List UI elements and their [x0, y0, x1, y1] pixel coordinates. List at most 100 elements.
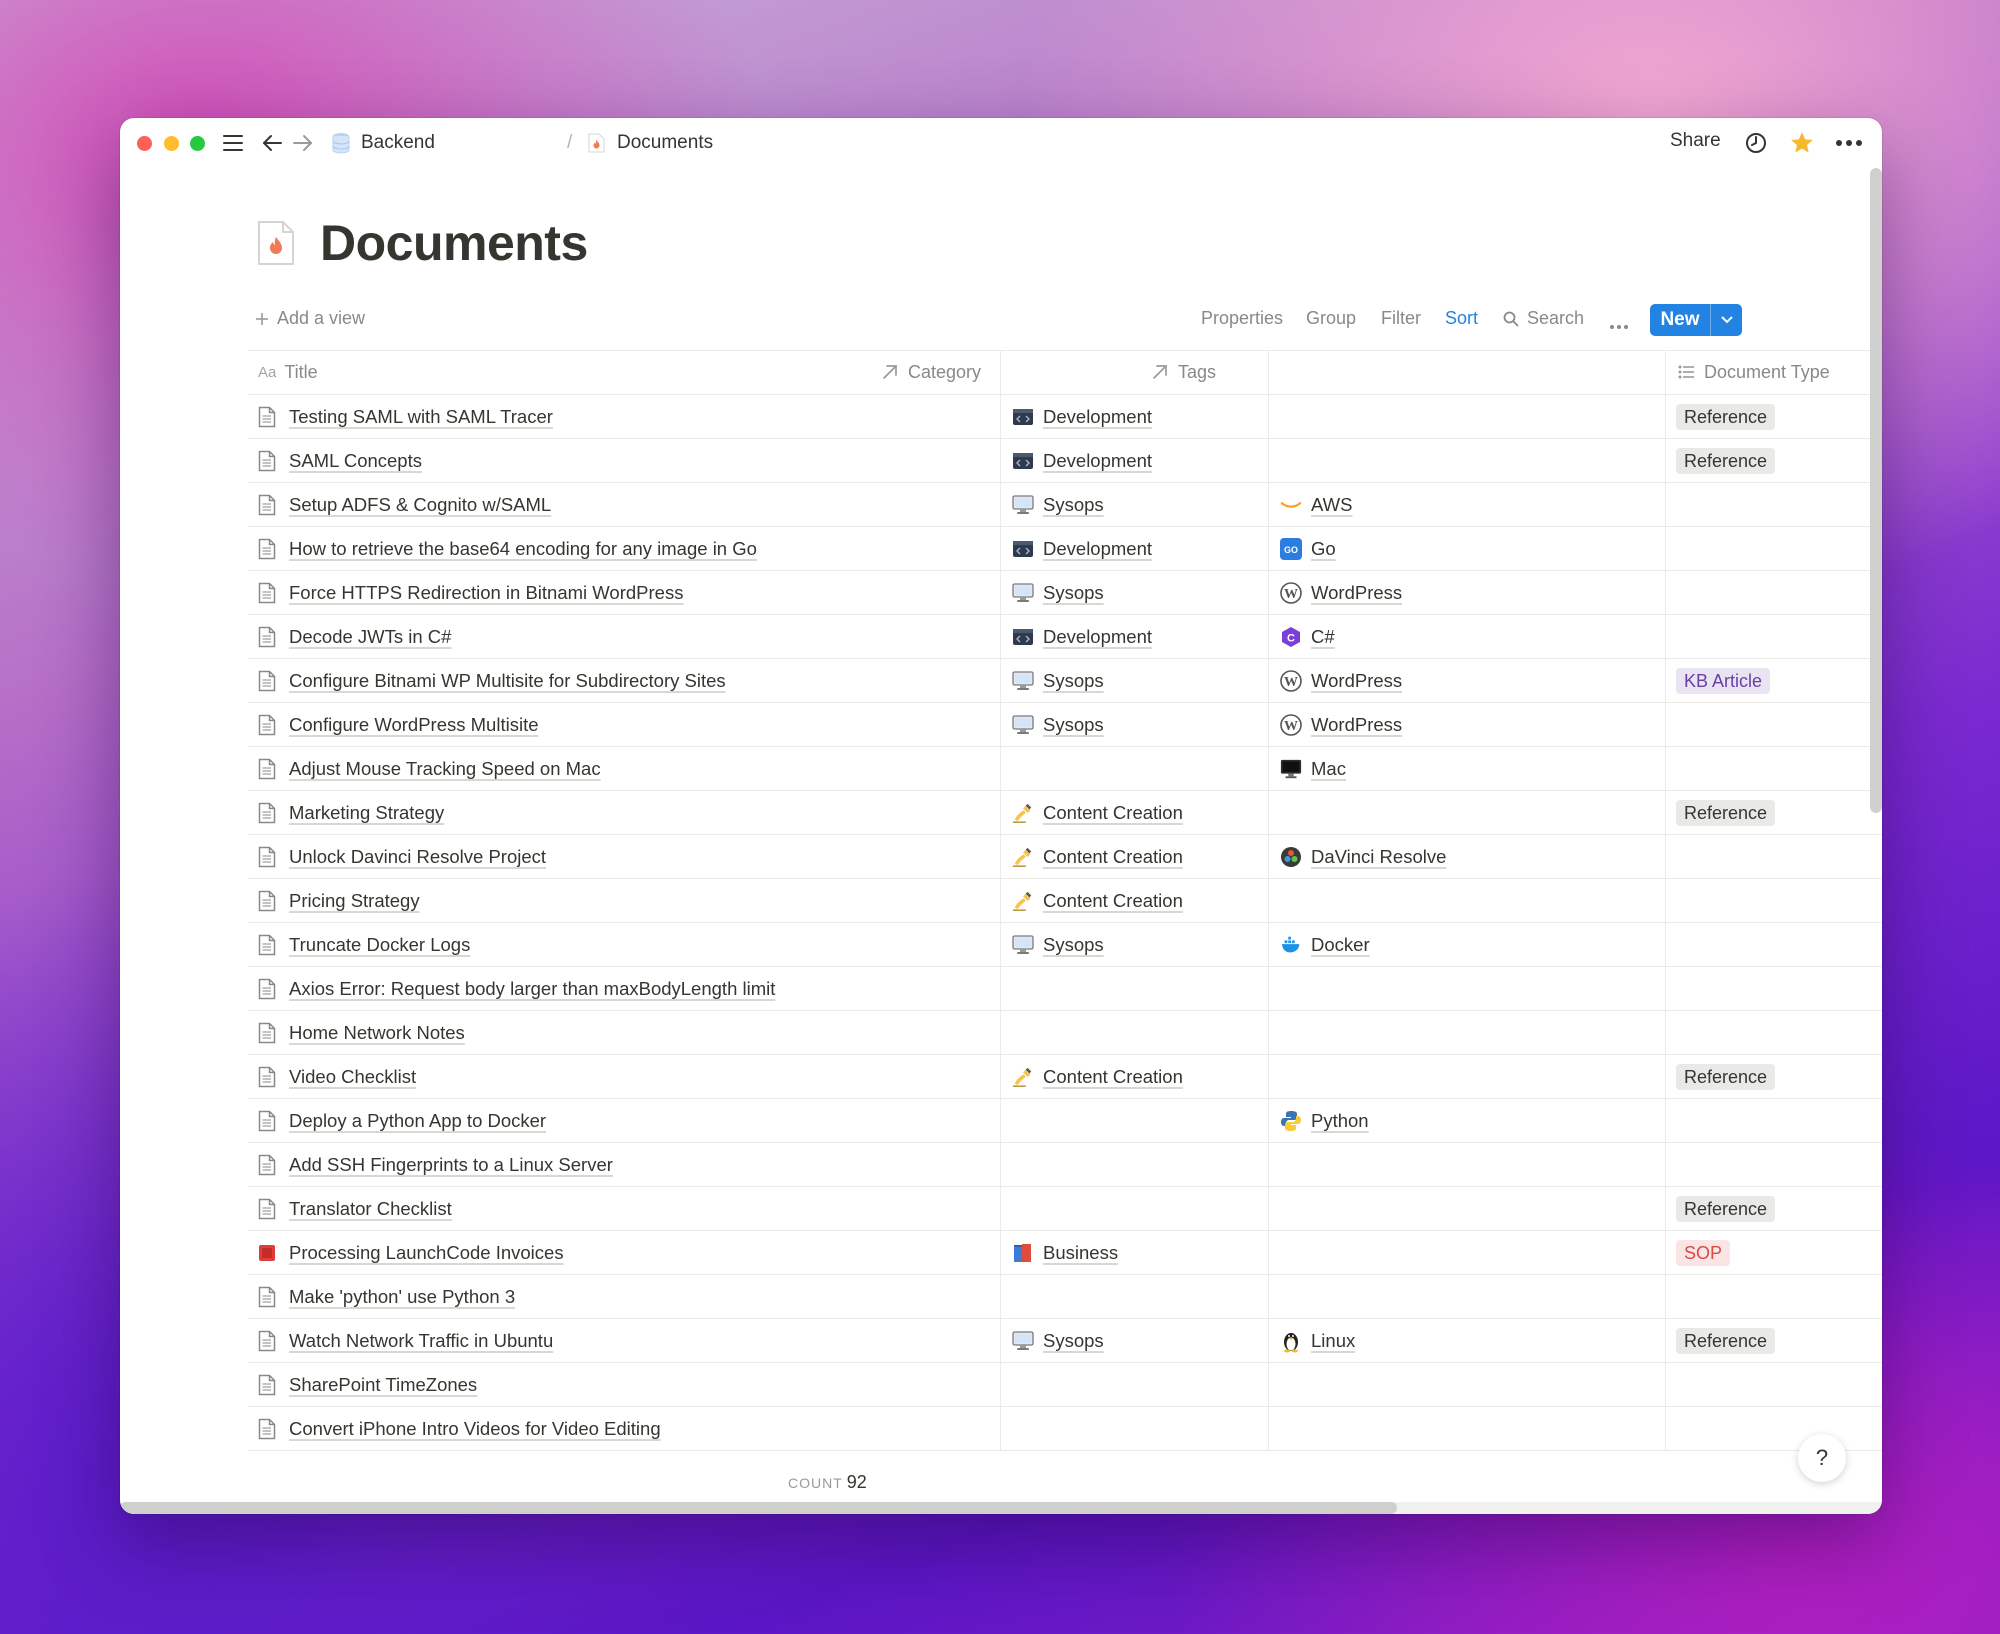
title-cell[interactable]: Force HTTPS Redirection in Bitnami WordP… — [258, 571, 683, 615]
column-header-document-type[interactable]: Document Type — [1678, 350, 1830, 394]
table-row[interactable]: Pricing Strategy Content Creation — [248, 879, 1882, 923]
table-row[interactable]: Setup ADFS & Cognito w/SAML Sysops AWS — [248, 483, 1882, 527]
tag-link[interactable]: Python — [1311, 1110, 1369, 1132]
table-row[interactable]: Testing SAML with SAML Tracer Development… — [248, 395, 1882, 439]
tags-cell[interactable]: GO Go — [1280, 527, 1336, 571]
vertical-scrollbar[interactable] — [1870, 168, 1882, 813]
sidebar-menu-icon[interactable] — [219, 128, 247, 158]
tags-cell[interactable]: W WordPress — [1280, 659, 1402, 703]
table-row[interactable]: Video Checklist Content Creation Reference — [248, 1055, 1882, 1099]
title-cell[interactable]: Truncate Docker Logs — [258, 923, 470, 967]
row-title[interactable]: SAML Concepts — [289, 450, 422, 472]
title-cell[interactable]: Setup ADFS & Cognito w/SAML — [258, 483, 551, 527]
row-title[interactable]: Truncate Docker Logs — [289, 934, 470, 956]
tags-cell[interactable]: W WordPress — [1280, 571, 1402, 615]
tags-cell[interactable]: Mac — [1280, 747, 1346, 791]
column-header-category[interactable]: Category — [882, 350, 981, 394]
title-cell[interactable]: Watch Network Traffic in Ubuntu — [258, 1319, 553, 1363]
breadcrumb-documents[interactable]: Documents — [588, 130, 713, 156]
category-link[interactable]: Development — [1043, 626, 1152, 648]
column-header-title[interactable]: Aa Title — [258, 350, 318, 394]
title-cell[interactable]: Adjust Mouse Tracking Speed on Mac — [258, 747, 601, 791]
category-link[interactable]: Development — [1043, 406, 1152, 428]
document-type-cell[interactable]: Reference — [1676, 439, 1776, 483]
tags-cell[interactable]: AWS — [1280, 483, 1352, 527]
row-title[interactable]: How to retrieve the base64 encoding for … — [289, 538, 757, 560]
close-window-button[interactable] — [137, 136, 152, 151]
table-row[interactable]: Unlock Davinci Resolve Project Content Cr… — [248, 835, 1882, 879]
share-button[interactable]: Share — [1670, 130, 1721, 152]
back-arrow-icon[interactable] — [259, 128, 285, 158]
title-cell[interactable]: Configure WordPress Multisite — [258, 703, 539, 747]
row-title[interactable]: Video Checklist — [289, 1066, 416, 1088]
table-row[interactable]: Configure Bitnami WP Multisite for Subdi… — [248, 659, 1882, 703]
category-link[interactable]: Development — [1043, 538, 1152, 560]
row-title[interactable]: SharePoint TimeZones — [289, 1374, 477, 1396]
category-cell[interactable]: Development — [1012, 395, 1152, 439]
tags-cell[interactable]: C C# — [1280, 615, 1335, 659]
sort-button[interactable]: Sort — [1445, 308, 1478, 329]
table-row[interactable]: Deploy a Python App to Docker Python — [248, 1099, 1882, 1143]
tag-link[interactable]: Linux — [1311, 1330, 1355, 1352]
page-title[interactable]: Documents — [320, 214, 588, 272]
view-more-icon[interactable] — [1609, 314, 1629, 335]
forward-arrow-icon[interactable] — [290, 128, 316, 158]
tag-link[interactable]: WordPress — [1311, 582, 1402, 604]
table-row[interactable]: How to retrieve the base64 encoding for … — [248, 527, 1882, 571]
table-row[interactable]: Marketing Strategy Content Creation Refere… — [248, 791, 1882, 835]
category-link[interactable]: Content Creation — [1043, 890, 1183, 912]
row-title[interactable]: Watch Network Traffic in Ubuntu — [289, 1330, 553, 1352]
table-row[interactable]: Force HTTPS Redirection in Bitnami WordP… — [248, 571, 1882, 615]
row-title[interactable]: Make 'python' use Python 3 — [289, 1286, 515, 1308]
category-cell[interactable]: Content Creation — [1012, 835, 1183, 879]
title-cell[interactable]: Processing LaunchCode Invoices — [258, 1231, 564, 1275]
category-link[interactable]: Sysops — [1043, 714, 1104, 736]
category-cell[interactable]: Sysops — [1012, 659, 1104, 703]
table-row[interactable]: Make 'python' use Python 3 — [248, 1275, 1882, 1319]
title-cell[interactable]: Home Network Notes — [258, 1011, 465, 1055]
title-cell[interactable]: SharePoint TimeZones — [258, 1363, 477, 1407]
row-title[interactable]: Translator Checklist — [289, 1198, 452, 1220]
row-title[interactable]: Pricing Strategy — [289, 890, 420, 912]
row-title[interactable]: Decode JWTs in C# — [289, 626, 451, 648]
search-button[interactable]: Search — [1503, 308, 1584, 329]
zoom-window-button[interactable] — [190, 136, 205, 151]
tag-link[interactable]: AWS — [1311, 494, 1352, 516]
row-title[interactable]: Force HTTPS Redirection in Bitnami WordP… — [289, 582, 683, 604]
title-cell[interactable]: Convert iPhone Intro Videos for Video Ed… — [258, 1407, 661, 1451]
category-link[interactable]: Sysops — [1043, 934, 1104, 956]
title-cell[interactable]: Unlock Davinci Resolve Project — [258, 835, 546, 879]
tags-cell[interactable]: Python — [1280, 1099, 1369, 1143]
more-options-icon[interactable] — [1832, 128, 1866, 158]
category-link[interactable]: Content Creation — [1043, 802, 1183, 824]
tag-link[interactable]: DaVinci Resolve — [1311, 846, 1446, 868]
document-type-cell[interactable]: Reference — [1676, 395, 1776, 439]
row-count[interactable]: COUNT 92 — [788, 1472, 867, 1493]
table-row[interactable]: Watch Network Traffic in Ubuntu Sysops Lin… — [248, 1319, 1882, 1363]
category-cell[interactable]: Content Creation — [1012, 1055, 1183, 1099]
category-cell[interactable]: Sysops — [1012, 703, 1104, 747]
category-cell[interactable]: Sysops — [1012, 571, 1104, 615]
tags-cell[interactable]: W WordPress — [1280, 703, 1402, 747]
row-title[interactable]: Axios Error: Request body larger than ma… — [289, 978, 775, 1000]
title-cell[interactable]: Make 'python' use Python 3 — [258, 1275, 515, 1319]
title-cell[interactable]: Video Checklist — [258, 1055, 416, 1099]
category-cell[interactable]: Sysops — [1012, 483, 1104, 527]
tag-link[interactable]: WordPress — [1311, 714, 1402, 736]
row-title[interactable]: Deploy a Python App to Docker — [289, 1110, 546, 1132]
table-row[interactable]: SharePoint TimeZones — [248, 1363, 1882, 1407]
table-row[interactable]: Translator ChecklistReferenceTe — [248, 1187, 1882, 1231]
title-cell[interactable]: How to retrieve the base64 encoding for … — [258, 527, 757, 571]
title-cell[interactable]: Marketing Strategy — [258, 791, 444, 835]
minimize-window-button[interactable] — [164, 136, 179, 151]
table-row[interactable]: SAML Concepts Development Reference — [248, 439, 1882, 483]
category-link[interactable]: Development — [1043, 450, 1152, 472]
category-cell[interactable]: Business — [1012, 1231, 1118, 1275]
row-title[interactable]: Marketing Strategy — [289, 802, 444, 824]
category-link[interactable]: Sysops — [1043, 582, 1104, 604]
properties-button[interactable]: Properties — [1201, 308, 1283, 329]
category-link[interactable]: Sysops — [1043, 1330, 1104, 1352]
tag-link[interactable]: Docker — [1311, 934, 1370, 956]
row-title[interactable]: Configure Bitnami WP Multisite for Subdi… — [289, 670, 726, 692]
tag-link[interactable]: Go — [1311, 538, 1336, 560]
